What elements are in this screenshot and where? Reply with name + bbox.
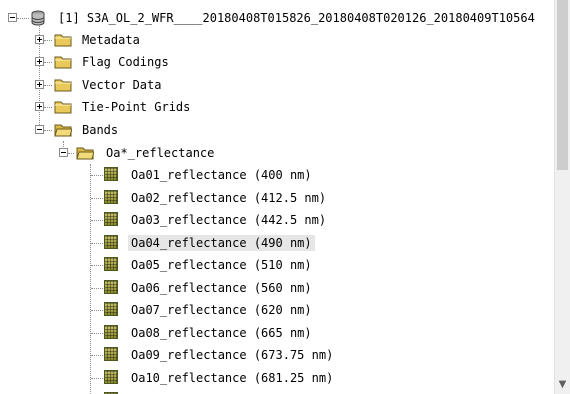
band-raster-icon <box>104 257 118 271</box>
tree-row-product[interactable]: [1] S3A_OL_2_WFR____20180408T015826_2018… <box>0 7 554 29</box>
open-folder-icon <box>54 124 72 137</box>
tree-row-band[interactable]: Oa07_reflectance (620 nm) <box>0 299 554 321</box>
tree-row-vector-data[interactable]: Vector Data <box>0 74 554 96</box>
product-tree: [1] S3A_OL_2_WFR____20180408T015826_2018… <box>0 0 554 394</box>
band-raster-icon <box>104 280 118 294</box>
tree-row-metadata[interactable]: Metadata <box>0 29 554 51</box>
collapse-icon[interactable] <box>59 148 68 157</box>
expand-icon[interactable] <box>35 57 44 66</box>
band-group-label: Oa*_reflectance <box>106 146 215 160</box>
band-raster-icon <box>104 370 118 384</box>
folder-icon <box>54 101 72 114</box>
scroll-down-arrow-icon[interactable]: ▼ <box>555 378 570 392</box>
band-label: Oa05_reflectance (510 nm) <box>131 258 312 272</box>
collapse-icon[interactable] <box>8 13 17 22</box>
tree-row-flag-codings[interactable]: Flag Codings <box>0 51 554 73</box>
band-label: Oa01_reflectance (400 nm) <box>131 168 312 182</box>
folder-icon <box>54 34 72 47</box>
folder-icon <box>54 79 72 92</box>
folder-icon <box>54 56 72 69</box>
tree-row-tie-point-grids[interactable]: Tie-Point Grids <box>0 96 554 118</box>
database-icon <box>31 10 45 26</box>
band-label: Oa02_reflectance (412.5 nm) <box>131 191 327 205</box>
open-folder-icon <box>76 147 94 160</box>
tree-item-label: Tie-Point Grids <box>82 100 191 114</box>
tree-item-label: Flag Codings <box>82 55 169 69</box>
band-raster-icon <box>104 212 118 226</box>
band-label: Oa10_reflectance (681.25 nm) <box>131 371 334 385</box>
band-raster-icon <box>104 325 118 339</box>
tree-item-label: Vector Data <box>82 78 162 92</box>
product-label: [1] S3A_OL_2_WFR____20180408T015826_2018… <box>58 11 535 25</box>
tree-item-label: Metadata <box>82 33 140 47</box>
tree-row-band[interactable]: Oa01_reflectance (400 nm) <box>0 164 554 186</box>
tree-row-band[interactable]: Oa03_reflectance (442.5 nm) <box>0 209 554 231</box>
band-label: Oa08_reflectance (665 nm) <box>131 326 312 340</box>
band-label: Oa09_reflectance (673.75 nm) <box>131 348 334 362</box>
tree-row-band[interactable]: Oa10_reflectance (681.25 nm) <box>0 367 554 389</box>
band-label: Oa06_reflectance (560 nm) <box>131 281 312 295</box>
band-label: Oa04_reflectance (490 nm) <box>128 235 315 251</box>
expand-icon[interactable] <box>35 35 44 44</box>
vertical-scrollbar[interactable]: ▼ <box>554 0 570 394</box>
tree-row-band-group[interactable]: Oa*_reflectance <box>0 142 554 164</box>
tree-row-bands[interactable]: Bands <box>0 119 554 141</box>
tree-row-band-partial[interactable] <box>0 389 554 394</box>
band-raster-icon <box>104 190 118 204</box>
collapse-icon[interactable] <box>35 125 44 134</box>
band-raster-icon <box>104 302 118 316</box>
tree-row-band-selected[interactable]: Oa04_reflectance (490 nm) <box>0 232 554 254</box>
tree-row-band[interactable]: Oa09_reflectance (673.75 nm) <box>0 344 554 366</box>
expand-icon[interactable] <box>35 80 44 89</box>
band-raster-icon <box>104 167 118 181</box>
band-raster-icon <box>104 235 118 249</box>
band-raster-icon <box>104 347 118 361</box>
expand-icon[interactable] <box>35 102 44 111</box>
scrollbar-thumb[interactable] <box>557 0 568 170</box>
tree-row-band[interactable]: Oa05_reflectance (510 nm) <box>0 254 554 276</box>
tree-row-band[interactable]: Oa08_reflectance (665 nm) <box>0 322 554 344</box>
tree-item-label: Bands <box>82 123 119 137</box>
tree-row-band[interactable]: Oa02_reflectance (412.5 nm) <box>0 187 554 209</box>
tree-row-band[interactable]: Oa06_reflectance (560 nm) <box>0 277 554 299</box>
band-label: Oa03_reflectance (442.5 nm) <box>131 213 327 227</box>
band-label: Oa07_reflectance (620 nm) <box>131 303 312 317</box>
